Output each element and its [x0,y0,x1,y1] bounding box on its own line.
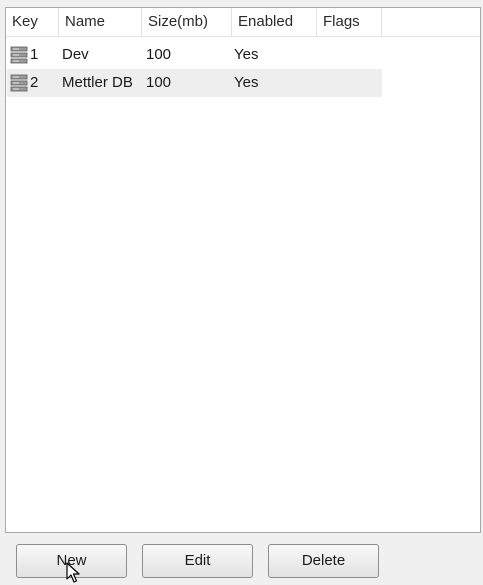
delete-button[interactable]: Delete [268,544,379,578]
database-icon [10,46,28,64]
row-name: Mettler DB [62,74,133,91]
row-size: 100 [146,74,172,91]
list-header: Key Name Size(mb) Enabled Flags [6,8,480,37]
column-header-flags[interactable]: Flags [317,8,382,36]
table-row[interactable]: 2 Mettler DB 100 Yes [7,69,382,97]
mouse-pointer-icon [66,562,80,583]
column-header-name[interactable]: Name [59,8,142,36]
table-row[interactable]: 1 Dev 100 Yes [7,41,382,69]
row-size: 100 [146,46,172,63]
row-enabled: Yes [234,74,259,91]
column-header-size[interactable]: Size(mb) [142,8,232,36]
edit-button[interactable]: Edit [142,544,253,578]
column-header-enabled[interactable]: Enabled [232,8,317,36]
row-name: Dev [62,46,89,63]
database-icon [10,74,28,92]
database-list[interactable]: Key Name Size(mb) Enabled Flags 1 Dev 10… [5,7,481,533]
row-key: 1 [30,46,39,63]
row-enabled: Yes [234,46,259,63]
column-header-key[interactable]: Key [6,8,59,36]
row-key: 2 [30,74,39,91]
